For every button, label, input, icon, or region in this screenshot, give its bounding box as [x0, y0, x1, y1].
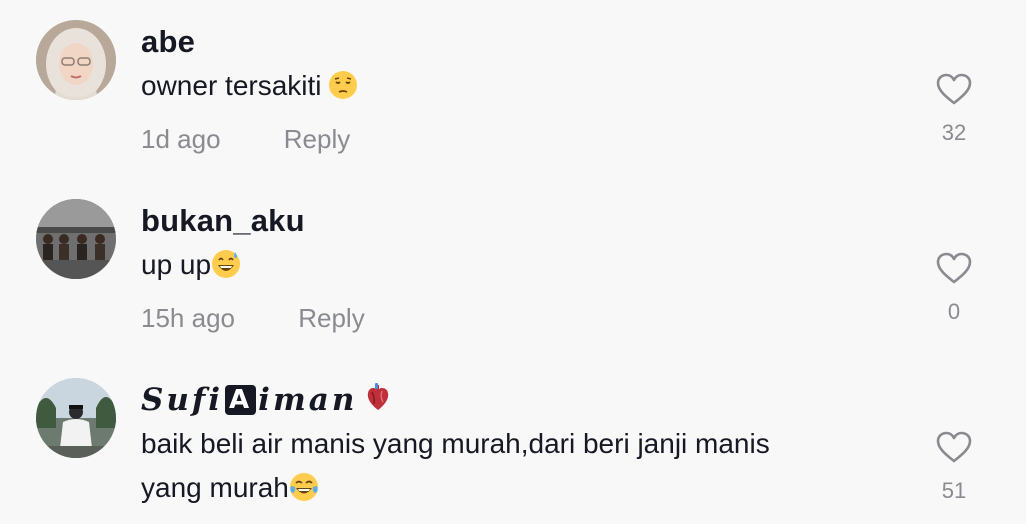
username-boxed-letter: A	[225, 385, 257, 415]
timestamp: 1d ago	[141, 124, 221, 154]
reply-button[interactable]: Reply	[298, 303, 364, 333]
pensive-face-emoji	[328, 71, 357, 99]
anatomical-heart-emoji	[368, 383, 389, 410]
timestamp: 15h ago	[141, 303, 235, 333]
username-part: iman	[258, 382, 358, 418]
face-with-tears-of-joy-emoji	[289, 473, 318, 501]
heart-outline-icon[interactable]	[935, 251, 973, 285]
comment-meta: 15h ago Reply	[141, 303, 906, 333]
like-count: 51	[941, 478, 967, 503]
comment-text-line: baik beli air manis yang murah,dari beri…	[141, 428, 770, 459]
comment-text-content: yang murah	[141, 472, 289, 503]
like-count: 0	[947, 299, 961, 324]
grinning-face-with-sweat-emoji	[212, 250, 241, 278]
like-button[interactable]: 51	[928, 430, 980, 504]
like-button[interactable]: 0	[928, 251, 980, 325]
username[interactable]: bukan_aku	[141, 203, 906, 239]
avatar[interactable]	[36, 378, 116, 458]
like-count: 32	[941, 120, 967, 145]
like-button[interactable]: 32	[928, 72, 980, 146]
comment-text: owner tersakiti	[141, 64, 906, 108]
comment-text: up up	[141, 243, 906, 287]
avatar[interactable]	[36, 199, 116, 279]
comment-text: baik beli air manis yang murah,dari beri…	[141, 422, 906, 510]
comment-text-content: up up	[141, 249, 212, 280]
heart-outline-icon[interactable]	[935, 430, 973, 464]
heart-outline-icon[interactable]	[935, 72, 973, 106]
username[interactable]: Sufi Aiman	[141, 382, 906, 418]
username-part: Sufi	[141, 382, 224, 418]
comment-meta: 1d ago Reply	[141, 124, 906, 154]
comment-text-line: yang murah	[141, 466, 906, 510]
avatar[interactable]	[36, 20, 116, 100]
username[interactable]: abe	[141, 24, 906, 60]
comment-text-content: owner tersakiti	[141, 70, 322, 101]
reply-button[interactable]: Reply	[284, 124, 350, 154]
